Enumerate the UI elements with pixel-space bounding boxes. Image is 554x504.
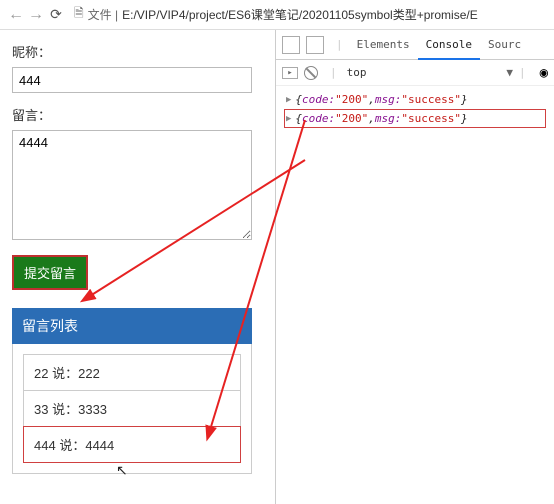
sidebar-toggle-icon[interactable]: ▸ <box>282 67 298 79</box>
list-header: 留言列表 <box>12 308 252 344</box>
message-textarea[interactable]: 4444 <box>12 130 252 240</box>
chevron-down-icon[interactable]: ▼ <box>506 66 513 79</box>
browser-address-bar: ← → ⟳ 🗎 文件 | E:/VIP/VIP4/project/ES6课堂笔记… <box>0 0 554 30</box>
expand-icon[interactable]: ▶ <box>286 95 291 105</box>
console-toolbar: ▸ | top ▼ | ◉ <box>276 60 554 86</box>
inspect-icon[interactable] <box>282 36 300 54</box>
list-item: 444 说：4444 <box>23 426 241 463</box>
nickname-input[interactable] <box>12 67 252 93</box>
console-log-line[interactable]: ▶ {code: "200", msg: "success"} <box>284 109 546 128</box>
live-expression-icon[interactable]: ◉ <box>540 65 548 81</box>
separator: | <box>112 8 118 22</box>
submit-button[interactable]: 提交留言 <box>12 255 88 290</box>
cursor-icon: ↖ <box>116 462 128 479</box>
file-scheme-label: 🗎 文件 | <box>74 4 118 25</box>
device-toggle-icon[interactable] <box>306 36 324 54</box>
list-item: 33 说：3333 <box>23 390 241 426</box>
devtools-tabs: | Elements Console Sourc <box>276 30 554 60</box>
devtools-panel: | Elements Console Sourc ▸ | top ▼ | ◉ ▶… <box>275 30 554 504</box>
tab-elements[interactable]: Elements <box>349 30 418 60</box>
list-body: 22 说：222 33 说：3333 444 说：4444 <box>12 344 252 474</box>
url-text[interactable]: E:/VIP/VIP4/project/ES6课堂笔记/20201105symb… <box>122 6 478 23</box>
page-content: 昵称： 留言： 4444 提交留言 留言列表 22 说：222 33 说：333… <box>0 30 275 504</box>
tab-console[interactable]: Console <box>418 30 480 60</box>
tab-sources[interactable]: Sourc <box>480 30 529 60</box>
file-icon: 🗎 <box>74 4 84 25</box>
back-icon[interactable]: ← <box>6 6 26 24</box>
clear-console-icon[interactable] <box>304 66 318 80</box>
nickname-label: 昵称： <box>12 42 263 61</box>
expand-icon[interactable]: ▶ <box>286 114 291 124</box>
forward-icon[interactable]: → <box>26 6 46 24</box>
message-label: 留言： <box>12 105 263 124</box>
file-label: 文件 <box>88 6 112 23</box>
console-output: ▶ {code: "200", msg: "success"} ▶ {code:… <box>276 86 554 132</box>
list-item: 22 说：222 <box>23 354 241 390</box>
console-log-line[interactable]: ▶ {code: "200", msg: "success"} <box>284 90 546 109</box>
message-list-panel: 留言列表 22 说：222 33 说：3333 444 说：4444 <box>12 308 252 474</box>
reload-icon[interactable]: ⟳ <box>46 6 66 23</box>
scope-selector[interactable]: top <box>347 66 367 79</box>
